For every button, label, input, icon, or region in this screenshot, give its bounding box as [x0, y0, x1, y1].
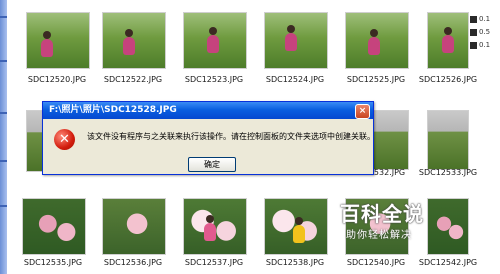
photo-subject — [207, 35, 219, 53]
dialog-title: F:\照片\照片\SDC12528.JPG — [49, 105, 177, 115]
left-edge-marker — [0, 112, 7, 114]
explorer-left-edge — [0, 0, 7, 274]
thumbnail-image[interactable] — [427, 110, 469, 170]
thumbnail-image[interactable] — [183, 198, 247, 255]
photo-subject — [123, 37, 135, 55]
file-name-label[interactable]: SDC12540.JPG — [335, 258, 417, 268]
photo-subject — [204, 223, 216, 241]
left-edge-marker — [0, 16, 7, 18]
photo-scene — [428, 111, 468, 169]
file-name-label[interactable]: SDC12523.JPG — [173, 75, 255, 85]
details-value: 0.1 — [479, 41, 491, 49]
photo-scene — [23, 199, 85, 254]
photo-subject — [293, 225, 305, 243]
file-name-label[interactable]: SDC12524.JPG — [254, 75, 336, 85]
thumbnail-image[interactable] — [102, 12, 166, 69]
file-name-label[interactable]: SDC12536.JPG — [92, 258, 174, 268]
photo-subject-head — [125, 29, 133, 37]
file-name-label[interactable]: SDC12525.JPG — [335, 75, 417, 85]
file-name-label[interactable]: SDC12542.JPG — [414, 258, 482, 268]
details-panel: 0.1 0.5 0.1 — [470, 14, 500, 53]
file-icon — [470, 41, 477, 49]
file-name-label[interactable]: SDC12535.JPG — [12, 258, 94, 268]
photo-subject — [442, 35, 454, 53]
thumbnail-image[interactable] — [26, 12, 90, 69]
file-name-label[interactable]: SDC12533.JPG — [414, 168, 482, 178]
dialog-title-bar[interactable]: F:\照片\照片\SDC12528.JPG × — [43, 102, 373, 119]
file-name-label[interactable]: SDC12522.JPG — [92, 75, 174, 85]
photo-subject-head — [287, 25, 295, 33]
close-icon[interactable]: × — [355, 104, 370, 119]
photo-subject-head — [206, 215, 214, 223]
photo-subject-head — [370, 29, 378, 37]
error-icon: ✕ — [54, 129, 75, 150]
thumbnail-image[interactable] — [264, 198, 328, 255]
thumbnail-image[interactable] — [183, 12, 247, 69]
photo-subject-head — [295, 217, 303, 225]
photo-subject-head — [209, 27, 217, 35]
details-row[interactable]: 0.1 — [470, 14, 500, 24]
thumbnail-image[interactable] — [264, 12, 328, 69]
thumbnail-image[interactable] — [345, 12, 409, 69]
photo-scene — [27, 13, 89, 68]
file-icon — [470, 15, 477, 23]
thumbnail-image[interactable] — [102, 198, 166, 255]
error-dialog: F:\照片\照片\SDC12528.JPG × ✕ 该文件没有程序与之关联来执行… — [42, 101, 375, 175]
ok-button[interactable]: 确定 — [188, 157, 236, 172]
thumbnail-image[interactable] — [22, 198, 86, 255]
left-edge-marker — [0, 160, 7, 162]
photo-subject-head — [43, 31, 51, 39]
photo-subject — [41, 39, 53, 57]
watermark: 百科全说 助你轻松解决 — [338, 198, 470, 246]
details-row[interactable]: 0.1 — [470, 40, 500, 50]
photo-subject-head — [444, 27, 452, 35]
dialog-message: 该文件没有程序与之关联来执行该操作。请在控制面板的文件夹选项中创建关联。 — [87, 132, 375, 141]
file-name-label[interactable]: SDC12520.JPG — [16, 75, 98, 85]
thumbnail-image[interactable] — [427, 12, 469, 69]
watermark-title: 百科全说 — [340, 202, 424, 226]
details-value: 0.5 — [479, 28, 491, 36]
file-name-label[interactable]: SDC12538.JPG — [254, 258, 336, 268]
file-icon — [470, 28, 477, 36]
photo-subject — [368, 37, 380, 55]
details-value: 0.1 — [479, 15, 491, 23]
watermark-subtitle: 助你轻松解决 — [346, 230, 412, 241]
photo-scene — [103, 199, 165, 254]
left-edge-marker — [0, 60, 7, 62]
left-edge-marker — [0, 205, 7, 207]
file-name-label[interactable]: SDC12537.JPG — [173, 258, 255, 268]
file-name-label[interactable]: SDC12526.JPG — [414, 75, 482, 85]
photo-subject — [285, 33, 297, 51]
details-row[interactable]: 0.5 — [470, 27, 500, 37]
